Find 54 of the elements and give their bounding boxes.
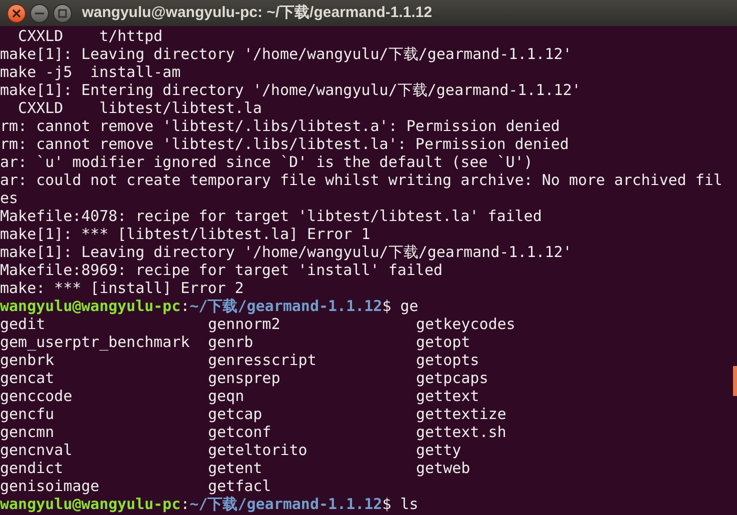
prompt-line: wangyulu@wangyulu-pc:~/下载/gearmand-1.1.12$ ls xyxy=(0,495,418,513)
output-line: ar: could not create temporary file whilst writing archive: No more archived fil xyxy=(0,171,722,189)
completion-entry: getopts xyxy=(416,351,480,369)
scrollbar-thumb[interactable] xyxy=(733,366,737,396)
completion-entry: getkeycodes xyxy=(416,315,516,333)
completion-entry: gendict xyxy=(0,459,64,477)
maximize-button[interactable] xyxy=(53,4,72,22)
completion-entry: getopt xyxy=(416,333,470,351)
output-line: ar: `u' modifier ignored since `D' is the default (see `U') xyxy=(0,153,533,171)
completion-entry: gencmn xyxy=(0,423,54,441)
prompt-line: wangyulu@wangyulu-pc:~/下载/gearmand-1.1.12$ ge xyxy=(0,297,418,315)
completion-entry: getpcaps xyxy=(416,369,488,387)
output-line: make[1]: Leaving directory '/home/wangyulu/下载/gearmand-1.1.12' xyxy=(0,45,572,63)
output-line: Makefile:4078: recipe for target 'libtest/libtest.la' failed xyxy=(0,207,542,225)
completion-entry: gettextize xyxy=(416,405,506,423)
completion-entry: getent xyxy=(208,459,262,477)
output-line: rm: cannot remove 'libtest/.libs/libtest.la': Permission denied xyxy=(0,135,569,153)
completion-entry: gettext.sh xyxy=(416,423,506,441)
completion-entry: geqn xyxy=(208,387,244,405)
close-icon xyxy=(12,8,21,18)
completion-entry: getweb xyxy=(416,459,470,477)
completion-entry: getfacl xyxy=(208,477,272,495)
output-line: make[1]: Leaving directory '/home/wangyulu/下载/gearmand-1.1.12' xyxy=(0,243,572,261)
completion-entry: getconf xyxy=(208,423,272,441)
completion-entry: genccode xyxy=(0,387,72,405)
completion-entry: gettext xyxy=(416,387,480,405)
completion-entry: gencnval xyxy=(0,441,72,459)
minimize-icon xyxy=(35,12,44,14)
output-line: make: *** [install] Error 2 xyxy=(0,279,244,297)
completion-entry: gedit xyxy=(0,315,46,333)
completion-entry: gencfu xyxy=(0,405,54,423)
output-line: Makefile:8969: recipe for target 'install' failed xyxy=(0,261,443,279)
output-line: make -j5 install-am xyxy=(0,63,181,81)
completion-entry: getcap xyxy=(208,405,262,423)
output-line: CXXLD t/httpd xyxy=(17,27,163,45)
completion-entry: genrb xyxy=(208,333,254,351)
completion-entry: gensprep xyxy=(208,369,280,387)
maximize-icon xyxy=(58,8,67,18)
completion-entry: gennorm2 xyxy=(208,315,280,333)
completion-entry: genbrk xyxy=(0,351,54,369)
completion-entry: genisoimage xyxy=(0,477,100,495)
completion-entry: gem_userptr_benchmark xyxy=(0,333,190,351)
output-line: CXXLD libtest/libtest.la xyxy=(17,99,262,117)
completion-entry: geteltorito xyxy=(208,441,308,459)
output-line: es xyxy=(0,189,18,207)
completion-entry: getty xyxy=(416,441,462,459)
close-button[interactable] xyxy=(7,4,26,22)
output-line: rm: cannot remove 'libtest/.libs/libtest.a': Permission denied xyxy=(0,117,560,135)
output-line: make[1]: Entering directory '/home/wangyulu/下载/gearmand-1.1.12' xyxy=(0,81,581,99)
minimize-button[interactable] xyxy=(30,4,49,22)
completion-entry: genresscript xyxy=(208,351,316,369)
completion-entry: gencat xyxy=(0,369,54,387)
window-title: wangyulu@wangyulu-pc: ~/下载/gearmand-1.1.12 xyxy=(82,2,432,23)
output-line: make[1]: *** [libtest/libtest.la] Error 1 xyxy=(0,225,370,243)
